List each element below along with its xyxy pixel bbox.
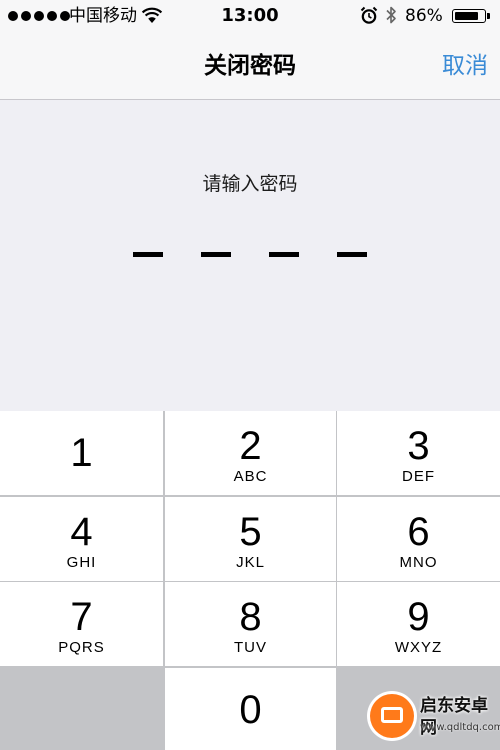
key-8[interactable]: 8 TUV: [165, 582, 336, 666]
page-title: 关闭密码: [204, 53, 296, 79]
passcode-slot: [133, 252, 163, 257]
key-letters: GHI: [66, 554, 97, 571]
key-3[interactable]: 3 DEF: [337, 411, 500, 495]
key-0[interactable]: 0: [165, 668, 336, 750]
key-letters: DEF: [402, 468, 435, 485]
key-4[interactable]: 4 GHI: [0, 497, 163, 581]
key-7[interactable]: 7 PQRS: [0, 582, 163, 666]
watermark: 启东安卓网 www.qdltdq.com: [370, 690, 500, 746]
passcode-slot: [337, 252, 367, 257]
key-9[interactable]: 9 WXYZ: [337, 582, 500, 666]
key-letters: JKL: [236, 554, 265, 571]
battery-icon: [452, 9, 486, 23]
key-digit: 0: [239, 688, 262, 732]
key-1[interactable]: 1: [0, 411, 163, 495]
key-letters: TUV: [234, 639, 267, 656]
key-letters: MNO: [399, 554, 438, 571]
watermark-url: www.qdltdq.com: [420, 722, 500, 733]
key-digit: 2: [239, 424, 262, 468]
alarm-icon: [360, 6, 378, 29]
passcode-prompt: 请输入密码: [202, 173, 298, 195]
key-digit: 7: [70, 595, 93, 639]
key-digit: 4: [70, 510, 93, 554]
key-digit: 3: [407, 424, 430, 468]
battery-cap: [487, 13, 490, 19]
key-letters: PQRS: [58, 639, 105, 656]
passcode-slot: [269, 252, 299, 257]
key-letters: ABC: [233, 468, 268, 485]
key-2[interactable]: 2 ABC: [165, 411, 336, 495]
key-5[interactable]: 5 JKL: [165, 497, 336, 581]
navigation-bar: 关闭密码 取消: [0, 34, 500, 100]
keypad-blank-key: [0, 668, 163, 750]
key-6[interactable]: 6 MNO: [337, 497, 500, 581]
watermark-logo-icon: [370, 694, 414, 738]
bluetooth-icon: [385, 5, 397, 29]
passcode-slot: [201, 252, 231, 257]
battery-percentage: 86%: [405, 6, 443, 26]
key-digit: 1: [70, 431, 93, 475]
key-letters: WXYZ: [394, 639, 443, 656]
cancel-button[interactable]: 取消: [442, 51, 488, 81]
key-digit: 9: [407, 595, 430, 639]
passcode-slots: [133, 252, 367, 258]
status-bar: 中国移动 13:00 86%: [0, 0, 500, 34]
key-digit: 5: [239, 510, 262, 554]
key-digit: 6: [407, 510, 430, 554]
key-digit: 8: [239, 595, 262, 639]
